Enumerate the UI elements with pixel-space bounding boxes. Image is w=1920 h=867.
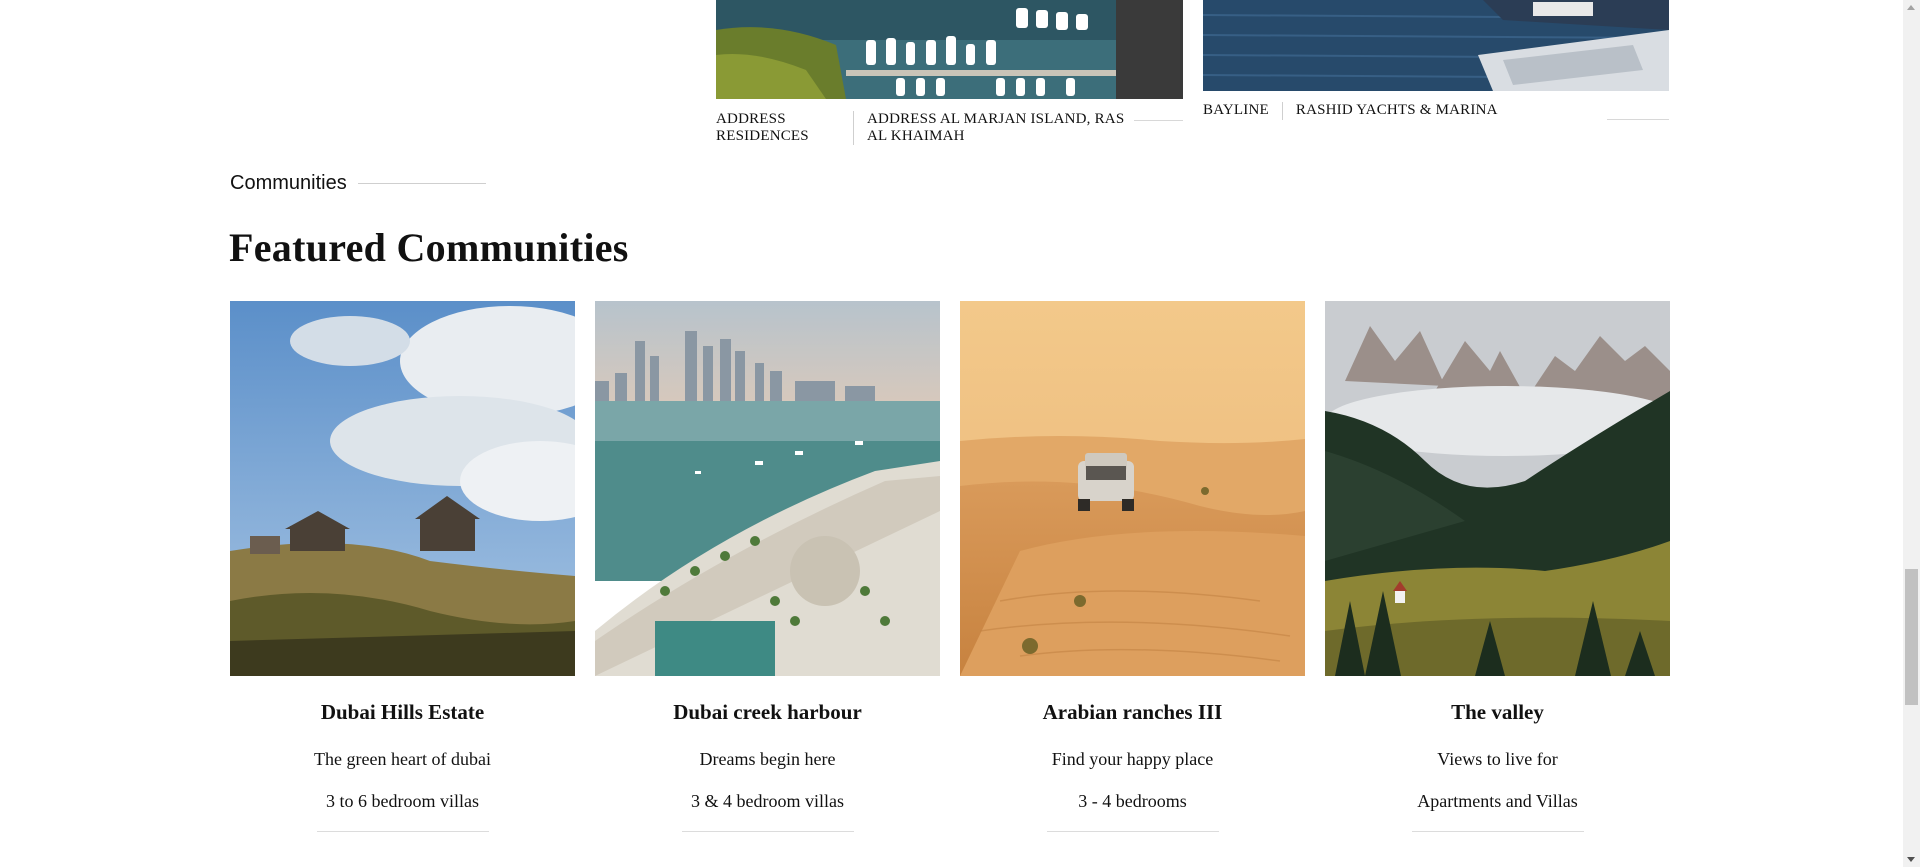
community-detail: Apartments and Villas — [1417, 791, 1578, 811]
community-detail: 3 & 4 bedroom villas — [691, 791, 844, 811]
community-name[interactable]: Dubai creek harbour — [595, 700, 940, 725]
community-detail: 3 - 4 bedrooms — [1078, 791, 1187, 811]
community-tagline: The green heart of dubai — [314, 749, 491, 769]
hillside-houses-photo[interactable] — [230, 301, 575, 676]
page-title: Featured Communities — [229, 225, 629, 270]
property-name[interactable]: BAYLINE — [1203, 102, 1282, 119]
community-card-dubai-hills-estate[interactable]: Dubai Hills Estate The green heart of du… — [230, 301, 575, 832]
section-label-text: Communities — [230, 172, 347, 194]
community-card-arabian-ranches-iii[interactable]: Arabian ranches III Find your happy plac… — [960, 301, 1305, 832]
vertical-scrollbar[interactable] — [1903, 0, 1920, 867]
community-name[interactable]: Dubai Hills Estate — [230, 700, 575, 725]
section-label: Communities — [230, 172, 486, 195]
community-name[interactable]: Arabian ranches III — [960, 700, 1305, 725]
property-rule — [1607, 119, 1669, 120]
property-name[interactable]: ADDRESS RESIDENCES — [716, 111, 853, 145]
property-divider — [1281, 102, 1283, 120]
property-divider — [853, 111, 854, 145]
property-location[interactable]: ADDRESS AL MARJAN ISLAND, RAS AL KHAIMAH — [867, 111, 1127, 145]
marina-harbour-photo[interactable] — [716, 0, 1183, 99]
page: ADDRESS RESIDENCES ADDRESS AL MARJAN ISL… — [0, 0, 1920, 867]
desert-suv-photo[interactable] — [960, 301, 1305, 676]
scroll-up-arrow-icon[interactable] — [1907, 5, 1915, 10]
community-tagline: Dreams begin here — [699, 749, 836, 769]
community-rule — [316, 831, 489, 832]
dubai-marina-aerial-photo[interactable] — [595, 301, 940, 676]
community-rule — [1411, 831, 1584, 832]
community-tagline: Find your happy place — [1051, 749, 1214, 769]
community-card-dubai-creek-harbour[interactable]: Dubai creek harbour Dreams begin here 3 … — [595, 301, 940, 832]
mountain-valley-photo[interactable] — [1325, 301, 1670, 676]
scrollbar-thumb[interactable] — [1905, 569, 1918, 705]
property-card-bayline[interactable]: BAYLINE RASHID YACHTS & MARINA — [1203, 0, 1669, 120]
community-name[interactable]: The valley — [1325, 700, 1670, 725]
community-rule — [1046, 831, 1219, 832]
property-rule — [1134, 120, 1183, 121]
section-label-rule — [357, 183, 486, 184]
community-detail: 3 to 6 bedroom villas — [326, 791, 479, 811]
yacht-marina-photo[interactable] — [1203, 0, 1669, 91]
community-card-the-valley[interactable]: The valley Views to live for Apartments … — [1325, 301, 1670, 832]
community-rule — [681, 831, 854, 832]
community-tagline: Views to live for — [1437, 749, 1558, 769]
scroll-down-arrow-icon[interactable] — [1907, 857, 1915, 862]
property-card-address-residences[interactable]: ADDRESS RESIDENCES ADDRESS AL MARJAN ISL… — [716, 0, 1183, 145]
communities-grid: Dubai Hills Estate The green heart of du… — [230, 301, 1670, 832]
property-location[interactable]: RASHID YACHTS & MARINA — [1296, 102, 1498, 119]
